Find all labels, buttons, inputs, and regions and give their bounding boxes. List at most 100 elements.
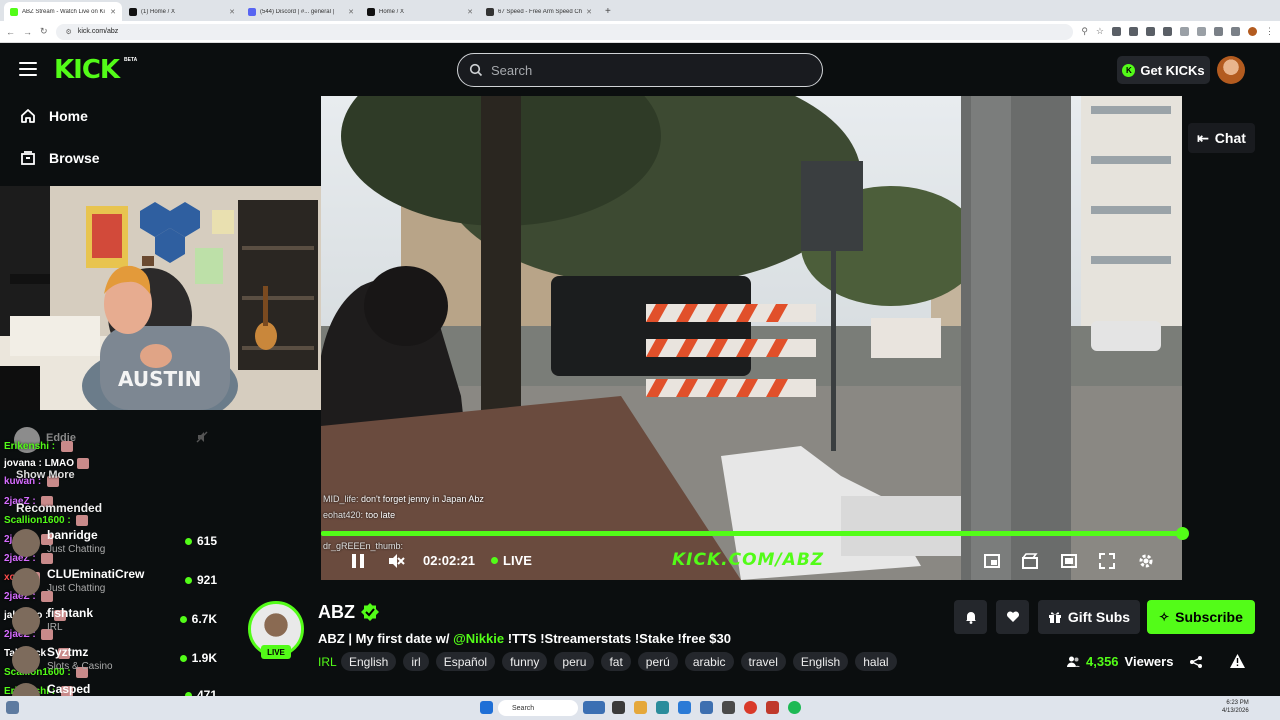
clip-icon[interactable] [1021,552,1039,570]
taskbar-app-icon[interactable] [656,701,669,714]
fullscreen-icon[interactable] [1098,552,1116,570]
subscribe-button[interactable]: ✧ Subscribe [1147,600,1255,634]
browser-tab[interactable]: 67 Speed - Free Arm Speed Ch ✕ [480,2,598,21]
miniplayer-icon[interactable] [983,552,1001,570]
recommended-heading: Recommended [16,501,103,515]
chat-button-label: Chat [1214,130,1246,146]
tab-close-icon[interactable]: ✕ [586,8,592,16]
browser-tab[interactable]: ABZ Stream - Watch Live on Ki ✕ [4,2,122,21]
explorer-icon[interactable] [634,701,647,714]
sidebar-item-home[interactable]: Home [20,108,88,124]
stream-tag[interactable]: travel [740,652,786,671]
tab-close-icon[interactable]: ✕ [229,8,235,16]
spotify-icon[interactable] [788,701,801,714]
reload-icon[interactable]: ↻ [40,26,48,37]
settings-gear-icon[interactable] [1137,552,1155,570]
avatar [12,607,40,635]
user-avatar[interactable] [1217,56,1245,84]
progress-bar[interactable] [321,531,1182,536]
extension-icon[interactable] [1231,27,1240,36]
recommended-channel[interactable]: CLUEminatiCrew Just Chatting 921 [12,565,217,599]
extension-icon[interactable] [1112,27,1121,36]
new-tab-icon[interactable]: + [599,2,617,21]
extension-icon[interactable] [1197,27,1206,36]
url-text: kick.com/abz [77,28,119,35]
emote-icon [60,441,73,452]
extension-icon[interactable] [1163,27,1172,36]
taskbar-clock[interactable]: 6:23 PM 4/13/2026 [1222,699,1249,715]
profile-icon[interactable] [1248,27,1257,36]
get-kicks-button[interactable]: K Get KICKs [1117,56,1210,84]
recommended-channel[interactable]: banridge Just Chatting 615 [12,526,217,560]
taskbar-app-icon[interactable] [766,701,779,714]
taskbar-app-icon[interactable] [583,701,605,714]
search-input[interactable]: Search [457,53,823,87]
edge-icon[interactable] [678,701,691,714]
live-dot-icon [184,537,192,545]
stream-watermark: KICK.COM/ABZ [672,550,825,570]
tag-list: English irl Español funny peru fat perú arabic t… [341,652,897,671]
stream-chat-line: eohat420: too late [323,510,396,520]
stream-tag[interactable]: arabic [684,652,734,671]
stream-title-mention[interactable]: @Nikkie [453,631,504,646]
site-info-icon[interactable]: ⚙ [66,28,72,36]
kick-logo[interactable]: KICK [54,55,120,85]
browser-tab[interactable]: Home / X ✕ [361,2,479,21]
notifications-button[interactable] [954,600,987,634]
chrome-icon[interactable] [744,701,757,714]
tab-close-icon[interactable]: ✕ [110,8,116,16]
stream-tag[interactable]: perú [637,652,678,671]
extension-icon[interactable] [1129,27,1138,36]
sparkle-icon: ✧ [1159,610,1170,624]
stream-tag[interactable]: fat [601,652,631,671]
stream-tag[interactable]: English [341,652,397,671]
weather-icon[interactable] [6,701,19,714]
stream-tag[interactable]: halal [855,652,897,671]
channel-name[interactable]: ABZ [318,602,355,623]
browser-tab[interactable]: (544) Discord | #... general | ✕ [242,2,360,21]
extension-icon[interactable] [1214,27,1223,36]
zoom-icon[interactable]: ⚲ [1081,26,1088,37]
recommended-channel[interactable]: Syztmz Slots & Casino 1.9K [12,643,217,677]
video-player[interactable]: MID_life: don't forget jenny in Japan Ab… [321,96,1182,580]
extension-icon[interactable] [1180,27,1189,36]
follow-button[interactable] [996,600,1029,634]
taskbar-search[interactable]: Search [498,700,578,716]
stream-tag[interactable]: funny [502,652,548,671]
mute-icon[interactable] [387,552,405,570]
stream-tag[interactable]: Español [435,652,496,671]
bookmark-star-icon[interactable]: ☆ [1096,26,1104,37]
extension-icon[interactable] [1146,27,1155,36]
recommended-viewer-number: 921 [196,573,217,587]
taskview-icon[interactable] [612,701,625,714]
stream-tag[interactable]: English [792,652,849,671]
taskbar-app-icon[interactable] [700,701,713,714]
report-warning-icon[interactable] [1230,654,1245,668]
forward-icon[interactable]: → [23,27,32,37]
gift-subs-button[interactable]: Gift Subs [1038,600,1140,634]
back-icon[interactable]: ← [6,27,15,37]
live-dot-icon [179,654,187,662]
pause-icon[interactable] [349,552,367,570]
live-dot-icon [179,615,187,623]
share-icon[interactable] [1189,655,1203,669]
chat-toggle-button[interactable]: ⇤ Chat [1188,123,1255,153]
category-link[interactable]: IRL [318,655,337,669]
recommended-channel[interactable]: fishtank IRL 6.7K [12,604,217,638]
url-field[interactable]: ⚙ kick.com/abz [55,23,1074,40]
tab-close-icon[interactable]: ✕ [348,8,354,16]
hamburger-menu-icon[interactable] [19,62,37,76]
browser-tab[interactable]: (1) Home / X ✕ [123,2,241,21]
stream-tag[interactable]: irl [403,652,429,671]
start-icon[interactable] [480,701,493,714]
tab-close-icon[interactable]: ✕ [467,8,473,16]
progress-handle[interactable] [1176,527,1189,540]
sidebar-browse-label: Browse [49,150,100,166]
stream-chat-line: MID_life: don't forget jenny in Japan Ab… [323,494,484,504]
theater-mode-icon[interactable] [1060,552,1078,570]
show-more-link[interactable]: Show More [16,469,75,481]
taskbar-app-icon[interactable] [722,701,735,714]
sidebar-item-browse[interactable]: Browse [20,150,100,166]
stream-tag[interactable]: peru [554,652,595,671]
menu-kebab-icon[interactable]: ⋮ [1265,26,1274,37]
